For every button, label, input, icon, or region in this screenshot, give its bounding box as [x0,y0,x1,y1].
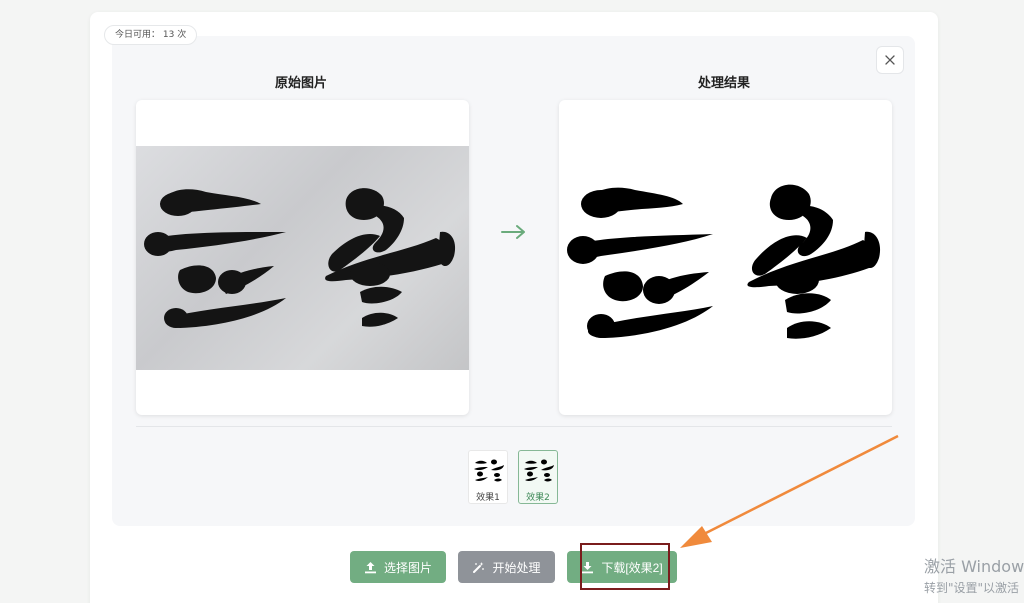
thumbnail-effect-1[interactable]: 效果1 [468,450,508,504]
close-icon [885,55,895,65]
watermark-line-2: 转到"设置"以激活 [924,581,1020,595]
select-image-button[interactable]: 选择图片 [350,551,446,583]
result-image-card [559,100,892,415]
usage-badge: 今日可用： 13 次 [104,25,198,45]
start-process-button[interactable]: 开始处理 [458,551,555,583]
annotation-highlight-box [580,543,670,590]
thumbnail-image [474,459,504,482]
result-image [559,140,892,376]
start-process-label: 开始处理 [492,560,541,575]
result-title: 处理结果 [698,76,751,91]
usage-label: 今日可用： [115,30,161,40]
usage-count: 13 [162,30,175,40]
nav-fragment-left: ⌒ [22,0,35,7]
divider [136,426,892,427]
original-title: 原始图片 [275,76,328,91]
watermark-line-1: 激活 Window [924,557,1024,576]
activation-watermark: 激活 Window 转到"设置"以激活 [924,553,1024,596]
top-nav-strip: ⌒ [0,0,1024,8]
thumbnail-label: 效果1 [476,493,500,503]
select-image-label: 选择图片 [383,560,432,575]
original-image [136,146,469,370]
upload-icon [364,561,376,573]
right-arrow-icon [501,225,525,239]
close-button[interactable] [876,46,904,74]
usage-unit: 次 [177,30,187,40]
thumbnail-image [524,459,554,482]
thumbnail-label: 效果2 [526,493,550,503]
thumbnail-effect-2[interactable]: 效果2 [518,450,558,504]
original-image-card [136,100,469,415]
magic-wand-icon [473,561,485,573]
